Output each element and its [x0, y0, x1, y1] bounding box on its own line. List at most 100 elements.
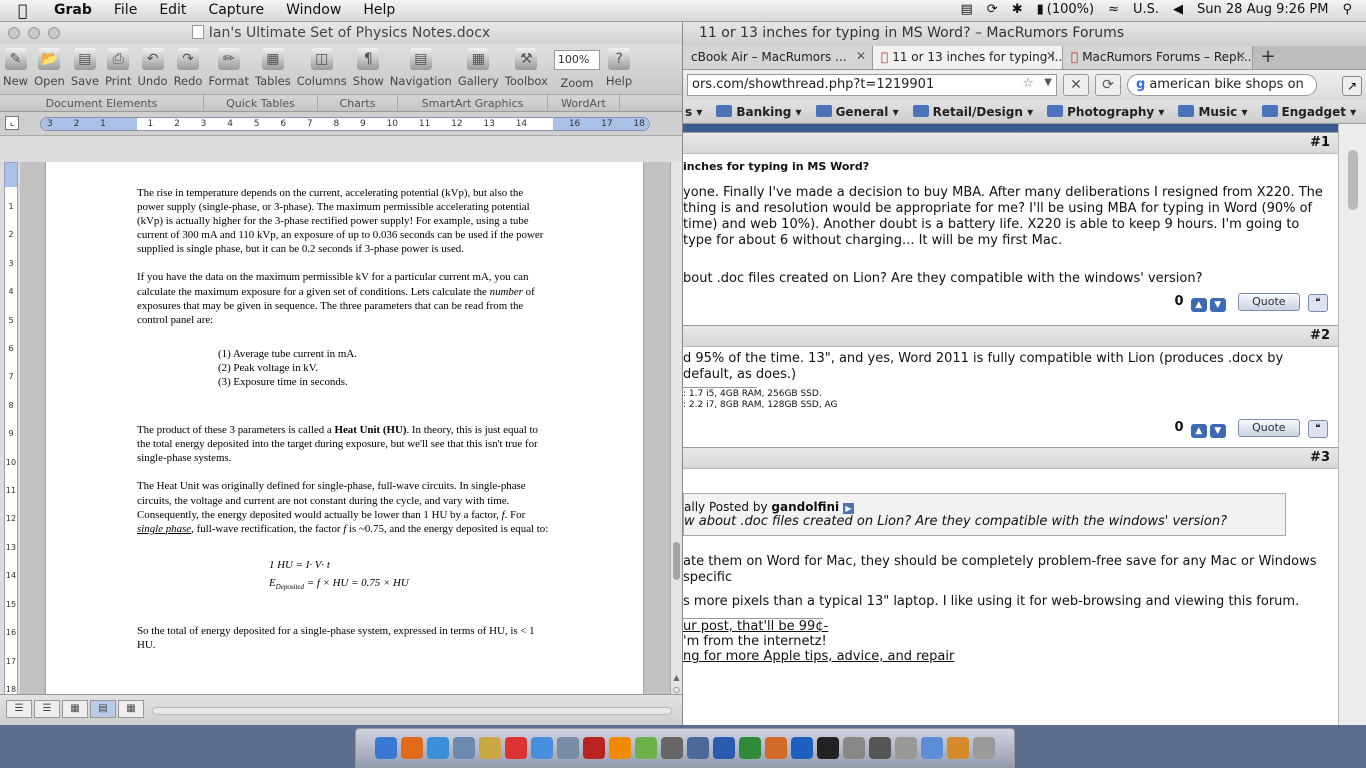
document-page[interactable]: The rise in temperature depends on the c…	[46, 162, 643, 712]
tab-11-or-13-inches[interactable]: 11 or 13 inches for typing i...✕	[873, 46, 1063, 69]
chevron-down-icon[interactable]: ▼	[1044, 77, 1052, 88]
stop-button[interactable]: ✕	[1063, 74, 1089, 96]
menu-help[interactable]: Help	[363, 2, 395, 18]
gallery-button[interactable]: ▦ Gallery	[458, 48, 499, 94]
post-number[interactable]: #3	[683, 447, 1338, 469]
sync-icon[interactable]: ⟳	[987, 2, 998, 17]
menu-file[interactable]: File	[114, 2, 137, 18]
close-window-button[interactable]	[8, 27, 20, 39]
bookmark-engadget[interactable]: Engadget ▾	[1261, 104, 1356, 119]
utility-icon[interactable]	[869, 737, 891, 759]
xcode-icon[interactable]	[687, 737, 709, 759]
excel-icon[interactable]	[739, 737, 761, 759]
menu-capture[interactable]: Capture	[208, 2, 264, 18]
horizontal-ruler[interactable]: 3 2 1 1 2 3 4 5 6 7 8 9 10 11 12 13 14 16 17 18	[40, 117, 650, 131]
horizontal-scrollbar[interactable]	[152, 707, 672, 715]
multiquote-icon[interactable]: ❝	[1308, 420, 1328, 438]
folder-icon[interactable]	[921, 737, 943, 759]
settings-icon[interactable]	[843, 737, 865, 759]
vertical-scrollbar[interactable]: ▲○▼	[670, 162, 682, 712]
thumbs-up-icon[interactable]: ▲	[1190, 298, 1207, 312]
post-number[interactable]: #1	[683, 132, 1338, 154]
reload-button[interactable]: ⟳	[1095, 74, 1121, 96]
help-button[interactable]: ? Help	[606, 48, 632, 94]
search-field[interactable]: g american bike shops on	[1127, 74, 1317, 96]
volume-icon[interactable]: ◀	[1173, 2, 1183, 17]
tab-macbook-air[interactable]: cBook Air – MacRumors ... ✕	[683, 46, 873, 69]
signature-line[interactable]: ng for more Apple tips, advice, and repa…	[683, 649, 1328, 664]
new-tab-button[interactable]: +	[1253, 46, 1283, 69]
grab-icon[interactable]	[895, 737, 917, 759]
menu-window[interactable]: Window	[286, 2, 341, 18]
calendar-icon[interactable]	[505, 737, 527, 759]
minimize-window-button[interactable]	[28, 27, 40, 39]
itunes-icon[interactable]	[531, 737, 553, 759]
show-button[interactable]: ¶ Show	[353, 48, 384, 94]
bookmark-banking[interactable]: Banking ▾	[716, 104, 802, 119]
word-icon[interactable]	[713, 737, 735, 759]
undo-button[interactable]: ↶ Undo	[138, 48, 168, 94]
page-scrollbar[interactable]	[1338, 124, 1366, 725]
tab-macrumors-reply[interactable]: MacRumors Forums – Repl...✕	[1063, 46, 1253, 69]
vlc-icon[interactable]	[609, 737, 631, 759]
outline-view-icon[interactable]: ☰	[34, 700, 60, 718]
notebook-view-icon[interactable]: ▦	[118, 700, 144, 718]
multiquote-icon[interactable]: ❝	[1308, 294, 1328, 312]
bookmark-partial[interactable]: s ▾	[685, 105, 702, 119]
toolbox-button[interactable]: ⚒ Toolbox	[505, 48, 548, 94]
ribbon-tab-quick-tables[interactable]: Quick Tables	[204, 95, 318, 111]
tools-icon[interactable]	[661, 737, 683, 759]
scroll-thumb[interactable]	[673, 542, 680, 580]
bookmark-music[interactable]: Music ▾	[1178, 104, 1248, 119]
resize-icon[interactable]: ↗	[1342, 76, 1362, 96]
bookmark-retail-design[interactable]: Retail/Design ▾	[912, 104, 1033, 119]
zoom-field[interactable]: 100%	[553, 50, 600, 70]
bluetooth-icon[interactable]: ✱	[1012, 2, 1023, 17]
safari-icon[interactable]	[427, 737, 449, 759]
thumbs-down-icon[interactable]: ▼	[1209, 424, 1226, 438]
print-button[interactable]: ⎙ Print	[105, 48, 132, 94]
terminal-icon[interactable]	[817, 737, 839, 759]
thumbs-down-icon[interactable]: ▼	[1209, 298, 1226, 312]
zoom-window-button[interactable]	[48, 27, 60, 39]
bookmark-general[interactable]: General ▾	[815, 104, 899, 119]
close-tab-icon[interactable]: ✕	[856, 49, 866, 63]
menu-app-name[interactable]: Grab	[54, 2, 92, 18]
trash-icon[interactable]	[973, 737, 995, 759]
url-bar[interactable]: ors.com/showthread.php?t=1219901 ☆ ▼	[687, 74, 1057, 96]
preview-icon[interactable]	[453, 737, 475, 759]
tables-button[interactable]: ▦ Tables	[255, 48, 291, 94]
bookmark-photography[interactable]: Photography ▾	[1047, 104, 1164, 119]
scroll-thumb[interactable]	[1348, 150, 1358, 210]
redo-button[interactable]: ↷ Redo	[174, 48, 202, 94]
outlook-icon[interactable]	[791, 737, 813, 759]
mail-icon[interactable]	[557, 737, 579, 759]
format-button[interactable]: ✏ Format	[208, 48, 249, 94]
view-post-icon[interactable]: ▶	[842, 503, 854, 514]
ribbon-tab-wordart[interactable]: WordArt	[548, 95, 620, 111]
thumbs-up-icon[interactable]: ▲	[1190, 424, 1207, 438]
spotlight-icon[interactable]: ⚲	[1342, 2, 1352, 17]
photobooth-icon[interactable]	[583, 737, 605, 759]
textedit-icon[interactable]	[635, 737, 657, 759]
post-number[interactable]: #2	[683, 325, 1338, 347]
tab-stop-selector[interactable]: ⌞	[5, 116, 19, 130]
navigation-button[interactable]: ▤ Navigation	[390, 48, 452, 94]
finder-icon[interactable]	[375, 737, 397, 759]
menu-edit[interactable]: Edit	[159, 2, 186, 18]
close-tab-icon[interactable]: ✕	[1236, 49, 1246, 63]
ribbon-tab-document-elements[interactable]: Document Elements	[0, 95, 204, 111]
quote-button[interactable]: Quote	[1237, 419, 1300, 437]
apple-menu-icon[interactable]: 	[18, 1, 28, 20]
publishing-view-icon[interactable]: ▦	[62, 700, 88, 718]
quote-button[interactable]: Quote	[1237, 293, 1300, 311]
zoom-button[interactable]: 100% Zoom	[553, 48, 600, 94]
firefox-icon[interactable]	[401, 737, 423, 759]
save-button[interactable]: ▤ Save	[71, 48, 99, 94]
print-layout-view-icon[interactable]: ▤	[90, 700, 116, 718]
battery-status[interactable]: ▮ (100%)	[1037, 2, 1094, 17]
close-tab-icon[interactable]: ✕	[1046, 49, 1056, 63]
vertical-ruler[interactable]: 1 2 3 4 5 6 7 8 9 10 11 12 13 14 15 16 17 18	[4, 162, 18, 712]
open-button[interactable]: 📂 Open	[34, 48, 65, 94]
ribbon-tab-charts[interactable]: Charts	[318, 95, 398, 111]
